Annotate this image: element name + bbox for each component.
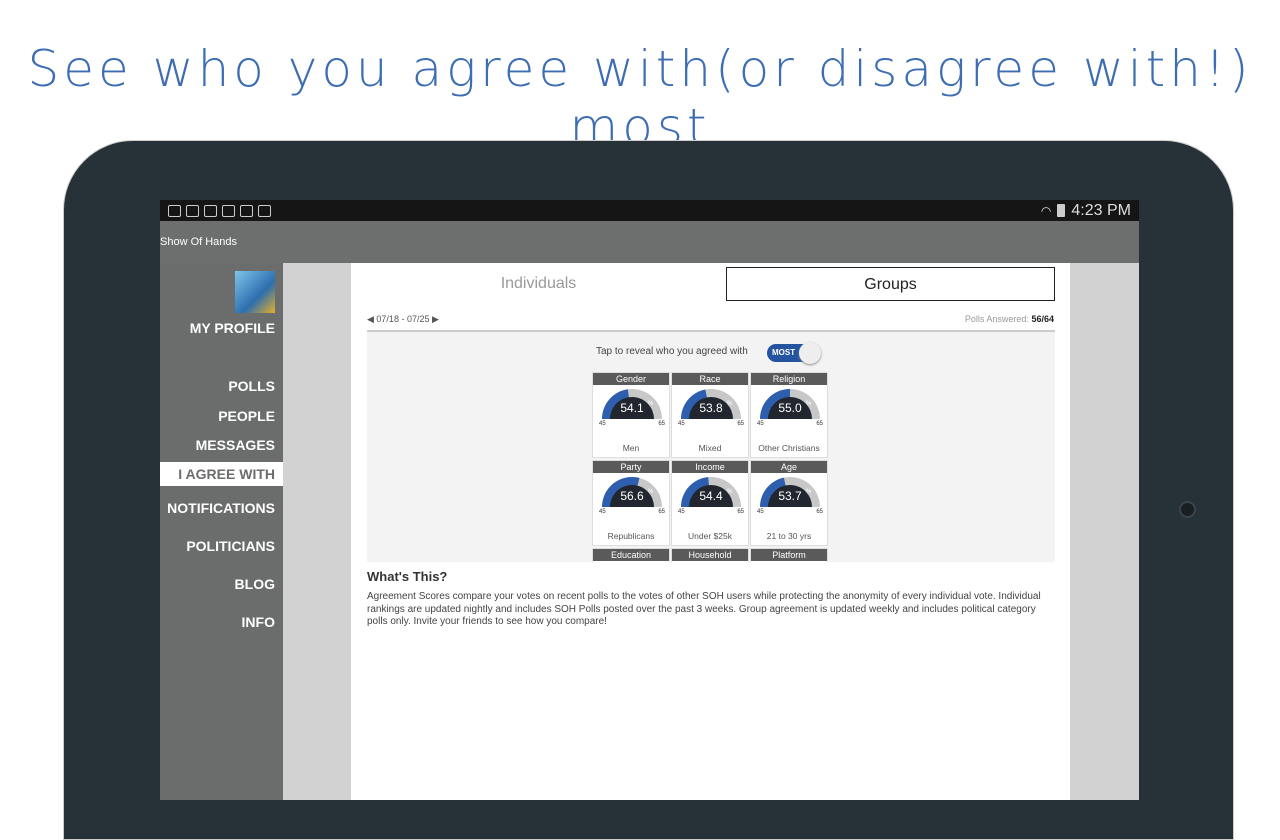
gauge-max: 65 <box>658 421 665 427</box>
prev-week-icon[interactable]: ◀ <box>367 314 376 325</box>
group-card-party[interactable]: Party 56.6 % 45 65 Republicans <box>592 460 670 546</box>
group-category: Age <box>751 461 827 473</box>
toggle-knob[interactable] <box>799 342 821 364</box>
whats-this-title: What's This? <box>367 569 448 584</box>
sidebar-item-blog[interactable]: BLOG <box>235 576 275 592</box>
avatar[interactable] <box>235 271 275 313</box>
polls-answered-value: 56/64 <box>1031 314 1054 324</box>
group-card-gender[interactable]: Gender 54.1 % 45 65 Men <box>592 372 670 458</box>
group-card-household[interactable]: Household <box>671 548 749 562</box>
group-category: Household <box>672 549 748 561</box>
group-label: Other Christians <box>758 443 820 453</box>
wifi-icon: ◠ <box>1040 203 1052 218</box>
group-label: Republicans <box>607 531 655 541</box>
whats-this-text: Agreement Scores compare your votes on r… <box>367 591 1041 627</box>
gauge: 55.0 % 45 65 <box>757 389 823 427</box>
screen-clock-icon <box>186 204 199 217</box>
sidebar-item-politicians[interactable]: POLITICIANS <box>186 538 275 554</box>
sidebar-item-messages[interactable]: MESSAGES <box>196 437 275 453</box>
percent-sign: % <box>648 489 654 495</box>
image-icon <box>204 204 217 217</box>
gauge-value: 55.0 <box>778 401 802 415</box>
clipboard-play-icon <box>258 204 271 217</box>
percent-sign: % <box>727 401 733 407</box>
date-row: ◀ 07/18 - 07/25 ▶ Polls Answered: 56/64 <box>367 314 1054 325</box>
camera-icon <box>1179 501 1196 518</box>
main-panel: Individuals Groups ◀ 07/18 - 07/25 ▶ Pol… <box>351 263 1070 800</box>
tablet-screen: ◠ 4:23 PM Show Of Hands MY PROFILE POLLS… <box>160 200 1139 800</box>
mail-icon <box>222 204 235 217</box>
group-card-platform[interactable]: Platform <box>750 548 828 562</box>
most-least-toggle[interactable]: MOST <box>767 342 821 364</box>
next-week-icon[interactable]: ▶ <box>429 314 439 325</box>
gauge-value: 53.8 <box>699 401 723 415</box>
tab-groups[interactable]: Groups <box>726 267 1055 301</box>
battery-icon <box>1057 204 1066 217</box>
gauge-min: 45 <box>599 421 606 427</box>
gauge-min: 45 <box>757 421 764 427</box>
polls-answered-label: Polls Answered: <box>964 314 1029 324</box>
gauge: 53.7 % 45 65 <box>757 477 823 515</box>
sidebar-item-my-profile[interactable]: MY PROFILE <box>190 320 275 336</box>
sidebar-item-people[interactable]: PEOPLE <box>218 408 275 424</box>
app-bar: Show Of Hands <box>160 221 1139 263</box>
gauge-value: 54.4 <box>699 489 723 503</box>
sidebar-item-notifications[interactable]: NOTIFICATIONS <box>167 500 275 516</box>
gauge-min: 45 <box>678 509 685 515</box>
group-card-age[interactable]: Age 53.7 % 45 65 21 to 30 yrs <box>750 460 828 546</box>
sidebar-item-info[interactable]: INFO <box>242 614 275 630</box>
app-title: Show Of Hands <box>160 236 238 248</box>
status-bar: ◠ 4:23 PM <box>160 200 1139 221</box>
group-label: Men <box>622 443 640 453</box>
percent-sign: % <box>806 401 812 407</box>
group-label: 21 to 30 yrs <box>766 531 812 541</box>
gauge-value: 53.7 <box>778 489 802 503</box>
group-card-education[interactable]: Education <box>592 548 670 562</box>
headline: See who you agree with(or disagree with!… <box>27 40 1253 156</box>
sidebar: MY PROFILE POLLS PEOPLE MESSAGES I AGREE WI… <box>160 263 283 800</box>
gauge: 56.6 % 45 65 <box>599 477 665 515</box>
group-category: Income <box>672 461 748 473</box>
percent-sign: % <box>806 489 812 495</box>
date-range: 07/18 - 07/25 <box>376 314 430 324</box>
agreement-box: Tap to reveal who you agreed with MOST G… <box>367 330 1055 562</box>
gauge-min: 45 <box>678 421 685 427</box>
toggle-label: MOST <box>772 348 796 357</box>
group-grid: Gender 54.1 % 45 65 Men Race 53.8 % 45 65… <box>592 372 828 562</box>
reveal-label: Tap to reveal who you agreed with <box>596 346 748 357</box>
tab-individuals[interactable]: Individuals <box>371 267 706 301</box>
gauge-max: 65 <box>816 421 823 427</box>
gauge-value: 54.1 <box>620 401 644 415</box>
cast-icon <box>168 204 181 217</box>
sidebar-item-polls[interactable]: POLLS <box>228 378 275 394</box>
group-label: Under $25k <box>688 531 732 541</box>
gauge-max: 65 <box>658 509 665 515</box>
sidebar-item-i-agree-with[interactable]: I AGREE WITH <box>160 462 283 486</box>
gauge-value: 56.6 <box>620 489 644 503</box>
group-category: Party <box>593 461 669 473</box>
clock: 4:23 PM <box>1071 201 1131 219</box>
gauge: 53.8 % 45 65 <box>678 389 744 427</box>
group-card-race[interactable]: Race 53.8 % 45 65 Mixed <box>671 372 749 458</box>
group-card-religion[interactable]: Religion 55.0 % 45 65 Other Christians <box>750 372 828 458</box>
group-category: Platform <box>751 549 827 561</box>
group-label: Mixed <box>698 443 722 453</box>
gauge-min: 45 <box>599 509 606 515</box>
gauge-max: 65 <box>737 509 744 515</box>
percent-sign: % <box>648 401 654 407</box>
group-category: Race <box>672 373 748 385</box>
group-category: Religion <box>751 373 827 385</box>
clipboard-check-icon <box>240 204 253 217</box>
gauge-max: 65 <box>816 509 823 515</box>
group-category: Gender <box>593 373 669 385</box>
group-card-income[interactable]: Income 54.4 % 45 65 Under $25k <box>671 460 749 546</box>
percent-sign: % <box>727 489 733 495</box>
gauge: 54.1 % 45 65 <box>599 389 665 427</box>
gauge-max: 65 <box>737 421 744 427</box>
gauge-min: 45 <box>757 509 764 515</box>
gauge: 54.4 % 45 65 <box>678 477 744 515</box>
group-category: Education <box>593 549 669 561</box>
